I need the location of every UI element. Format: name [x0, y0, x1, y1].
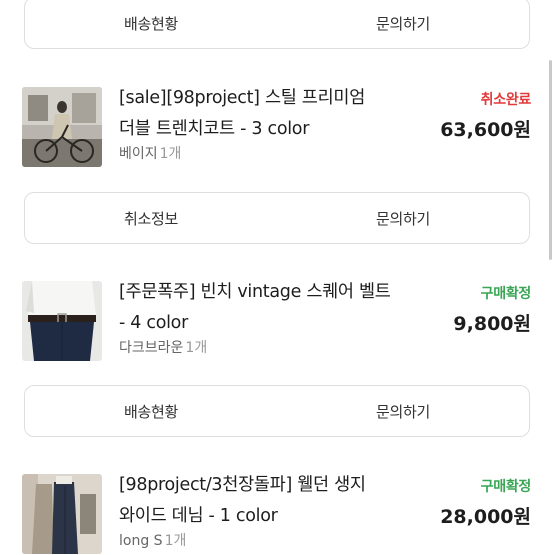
order-status-badge: 취소완료: [480, 92, 532, 108]
product-price: 28,000원: [440, 506, 531, 528]
order-item-belt[interactable]: [주문폭주] 빈치 vintage 스퀘어 벨트 - 4 color 다크브라운…: [0, 281, 555, 371]
product-title[interactable]: [98project/3천장돌파] 웰던 생지 와이드 데님 - 1 color: [119, 470, 419, 532]
inquiry-button[interactable]: 문의하기: [277, 0, 529, 48]
product-price: 9,800원: [453, 313, 531, 335]
delivery-status-button[interactable]: 배송현황: [25, 0, 277, 48]
order-status-badge: 구매확정: [480, 286, 532, 302]
inquiry-button[interactable]: 문의하기: [277, 386, 529, 436]
inquiry-button[interactable]: 문의하기: [277, 193, 529, 243]
order-item-denim[interactable]: [98project/3천장돌파] 웰던 생지 와이드 데님 - 1 color…: [0, 474, 555, 555]
cancel-info-button[interactable]: 취소정보: [25, 193, 277, 243]
scrollbar[interactable]: [549, 60, 552, 260]
product-option: 다크브라운 1개: [119, 340, 208, 356]
order-actions-row-1: 배송현황 문의하기: [24, 0, 530, 49]
product-quantity: 1개: [185, 340, 208, 356]
order-status-badge: 구매확정: [480, 479, 532, 495]
product-quantity: 1개: [159, 146, 182, 162]
order-item-trench-coat[interactable]: [sale][98project] 스틸 프리미엄 더블 트렌치코트 - 3 c…: [0, 87, 555, 177]
product-thumbnail-belt[interactable]: [22, 281, 102, 361]
product-option: long S 1개: [119, 533, 187, 549]
product-thumbnail-denim[interactable]: [22, 474, 102, 554]
product-quantity: 1개: [164, 533, 187, 549]
product-title[interactable]: [sale][98project] 스틸 프리미엄 더블 트렌치코트 - 3 c…: [119, 83, 419, 145]
product-price: 63,600원: [440, 119, 531, 141]
product-title[interactable]: [주문폭주] 빈치 vintage 스퀘어 벨트 - 4 color: [119, 277, 419, 339]
order-actions-row-2: 취소정보 문의하기: [24, 192, 530, 244]
product-thumbnail-trench-coat[interactable]: [22, 87, 102, 167]
delivery-status-button[interactable]: 배송현황: [25, 386, 277, 436]
order-actions-row-3: 배송현황 문의하기: [24, 385, 530, 437]
product-option: 베이지 1개: [119, 146, 182, 162]
